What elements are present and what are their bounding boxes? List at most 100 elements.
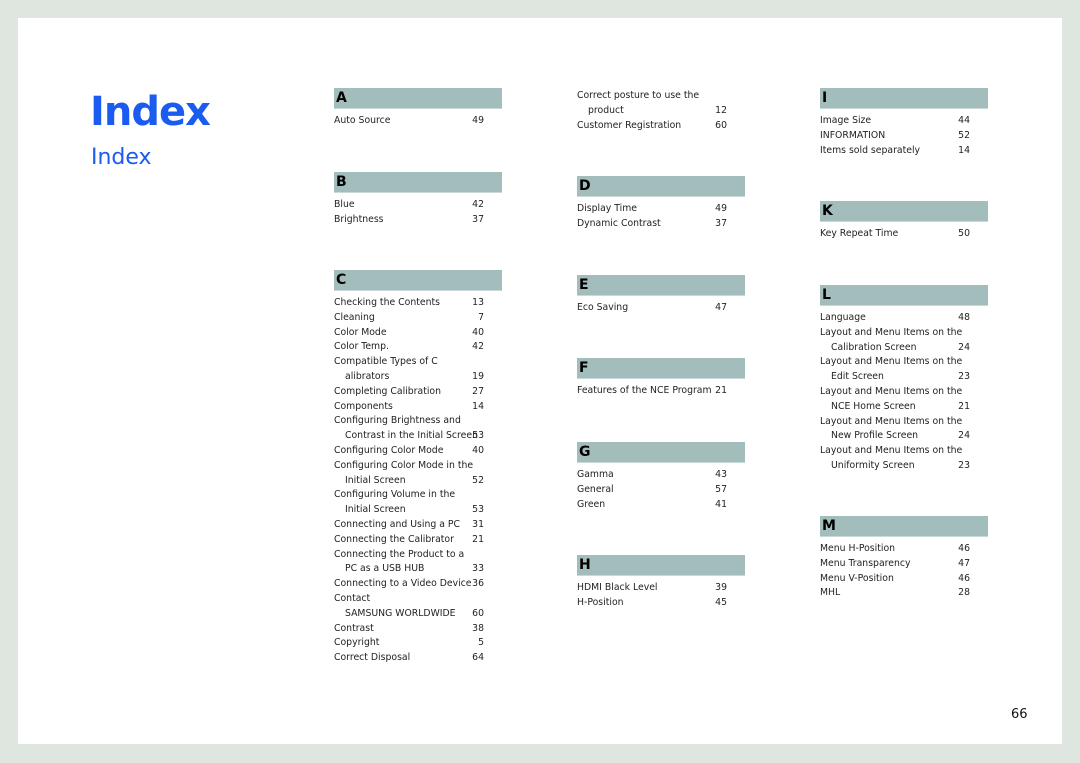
index-entry-text: Layout and Menu Items on the — [820, 445, 963, 457]
index-entry-page-number: 44 — [958, 115, 970, 126]
index-entry-page-number: 5 — [478, 637, 484, 649]
index-entry-page-number: 39 — [715, 582, 727, 593]
index-entry[interactable]: Color Mode 40 — [334, 326, 502, 341]
index-entry[interactable]: Menu Transparency 47 — [820, 557, 988, 572]
index-entry[interactable]: General 57 — [577, 483, 745, 498]
index-entry[interactable]: Auto Source 49 — [334, 114, 502, 129]
page-number: 66 — [1011, 707, 1028, 722]
index-entry[interactable]: Key Repeat Time 50 — [820, 227, 988, 242]
index-entry-text-continued: PC as a USB HUB — [345, 563, 425, 575]
index-entry-text: Green — [577, 498, 606, 510]
index-entry[interactable]: Menu V-Position 46 — [820, 572, 988, 587]
index-entry-page-number: 19 — [472, 370, 484, 382]
index-entry-page-number: 46 — [958, 572, 970, 584]
index-entry[interactable]: Customer Registration 60 — [577, 119, 745, 134]
index-entry[interactable]: Copyright 5 — [334, 636, 502, 651]
index-entry-text: Configuring Volume in the — [334, 489, 456, 501]
index-entry-text: Components — [334, 400, 393, 412]
index-entry[interactable]: Connecting and Using a PC 31 — [334, 518, 502, 533]
index-entry[interactable]: Correct posture to use the product 12 — [577, 89, 745, 119]
index-entry-text: Layout and Menu Items on the — [820, 385, 963, 397]
index-entry[interactable]: Configuring Color Mode 40 — [334, 444, 502, 459]
index-entry[interactable]: Configuring Brightness and Contrast in th… — [334, 414, 502, 444]
index-entry-text: INFORMATION — [820, 129, 886, 141]
index-entry-text: Brightness — [334, 213, 384, 225]
index-entry-text: Completing Calibration — [334, 385, 442, 397]
index-entry[interactable]: Dynamic Contrast 37 — [577, 217, 745, 232]
index-entry[interactable]: Layout and Menu Items on the New Profile … — [820, 415, 988, 445]
index-entry[interactable]: MHL 28 — [820, 586, 988, 601]
index-entry[interactable]: Contrast 38 — [334, 622, 502, 637]
index-entry-page-number: 40 — [472, 444, 484, 456]
index-entry-text-continued: NCE Home Screen — [831, 400, 916, 412]
index-entry[interactable]: Gamma 43 — [577, 468, 745, 483]
index-entry-page-number: 37 — [715, 217, 727, 229]
index-entry[interactable]: Color Temp. 42 — [334, 340, 502, 355]
index-entry[interactable]: Layout and Menu Items on the Calibration … — [820, 326, 988, 356]
index-section-c: C Checking the Contents 13 Cleaning 7 Color M… — [334, 270, 502, 666]
index-entry[interactable]: Features of the NCE Program 21 — [577, 384, 745, 399]
index-entry-text: Layout and Menu Items on the — [820, 415, 963, 427]
index-entry-text: Dynamic Contrast — [577, 217, 661, 229]
index-entry-text: Menu Transparency — [820, 557, 911, 569]
index-entry-page-number: 47 — [715, 302, 727, 313]
index-entry[interactable]: Layout and Menu Items on the Edit Screen 2… — [820, 355, 988, 385]
index-entry-page-number: 24 — [958, 430, 970, 442]
index-entry-page-number: 52 — [958, 129, 970, 141]
index-entry[interactable]: Brightness 37 — [334, 213, 502, 228]
index-entry-text: Cleaning — [334, 311, 375, 323]
index-entry[interactable]: Compatible Types of C alibrators 19 — [334, 355, 502, 385]
index-section-l: L Language 48 Layout and Menu Items on the C… — [820, 285, 988, 474]
index-entry[interactable]: Items sold separately 14 — [820, 144, 988, 159]
index-entry-text: Connecting to a Video Device — [334, 578, 472, 590]
index-section-a: A Auto Source 49 — [334, 88, 502, 129]
index-entry[interactable]: Connecting the Product to a PC as a USB H… — [334, 548, 502, 578]
index-entry[interactable]: Blue 42 — [334, 198, 502, 213]
index-entry[interactable]: Green 41 — [577, 498, 745, 513]
index-entry[interactable]: Configuring Volume in the Initial Screen 5… — [334, 488, 502, 518]
index-entry-page-number: 49 — [715, 203, 727, 214]
index-entry-page-number: 43 — [715, 469, 727, 480]
index-entry[interactable]: Connecting the Calibrator 21 — [334, 533, 502, 548]
index-entry-page-number: 49 — [472, 115, 484, 126]
index-entry-text: Gamma — [577, 469, 614, 480]
index-entry-text: Features of the NCE Program — [577, 385, 712, 396]
index-entry[interactable]: Layout and Menu Items on the Uniformity S… — [820, 444, 988, 474]
index-entry[interactable]: Image Size 44 — [820, 114, 988, 129]
index-entry[interactable]: Eco Saving 47 — [577, 301, 745, 316]
index-entry[interactable]: H-Position 45 — [577, 596, 745, 611]
index-entry[interactable]: Display Time 49 — [577, 202, 745, 217]
index-entry[interactable]: Menu H-Position 46 — [820, 542, 988, 557]
index-entry[interactable]: Cleaning 7 — [334, 311, 502, 326]
index-entry[interactable]: Components 14 — [334, 400, 502, 415]
index-entry[interactable]: Layout and Menu Items on the NCE Home Scr… — [820, 385, 988, 415]
index-entry[interactable]: Contact SAMSUNG WORLDWIDE 60 — [334, 592, 502, 622]
index-entry-text-continued: Initial Screen — [345, 504, 406, 516]
index-entry[interactable]: Completing Calibration 27 — [334, 385, 502, 400]
index-entry[interactable]: Checking the Contents 13 — [334, 296, 502, 311]
index-entry-page-number: 46 — [958, 543, 970, 554]
index-section-c-continued: Correct posture to use the product 12 Custo… — [577, 89, 745, 133]
index-entry-text: Customer Registration — [577, 119, 682, 131]
index-entry-text: Blue — [334, 199, 355, 210]
index-entry-text: Display Time — [577, 203, 637, 214]
index-section-m: M Menu H-Position 46 Menu Transparency 47 Men… — [820, 516, 988, 601]
index-section-e: E Eco Saving 47 — [577, 275, 745, 316]
section-letter-header: M — [820, 516, 988, 537]
index-entry[interactable]: INFORMATION 52 — [820, 129, 988, 144]
index-entry-page-number: 28 — [958, 587, 970, 599]
index-entry[interactable]: Language 48 — [820, 311, 988, 326]
index-entry[interactable]: Connecting to a Video Device 36 — [334, 577, 502, 592]
section-letter-header: H — [577, 555, 745, 576]
index-entry-page-number: 50 — [958, 228, 970, 239]
index-entry-text: Configuring Color Mode — [334, 444, 444, 456]
index-entry-text: Eco Saving — [577, 302, 629, 313]
index-entry-text: Color Mode — [334, 326, 387, 338]
index-entry[interactable]: Configuring Color Mode in the Initial Scr… — [334, 459, 502, 489]
index-entry-text-continued: Contrast in the Initial Screen — [345, 430, 478, 442]
index-entry-page-number: 21 — [715, 385, 727, 396]
index-entry-text-continued: product — [588, 104, 624, 116]
index-entry[interactable]: Correct Disposal 64 — [334, 651, 502, 666]
index-entry-text: Connecting the Calibrator — [334, 533, 454, 545]
index-entry[interactable]: HDMI Black Level 39 — [577, 581, 745, 596]
